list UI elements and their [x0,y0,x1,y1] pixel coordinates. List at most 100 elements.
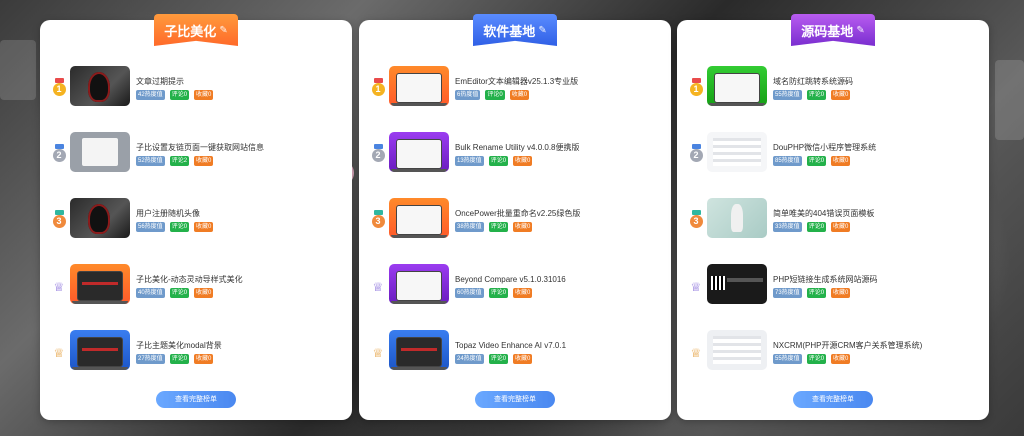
background-poster [995,60,1024,140]
post-thumbnail[interactable] [70,66,130,106]
favorite-count-badge: 收藏0 [513,288,533,298]
post-thumbnail[interactable] [70,132,130,172]
list-item[interactable]: ♕ Beyond Compare v5.1.0.31016 60热度值 评论0 … [369,264,661,330]
favorite-count-badge: 收藏0 [194,354,214,364]
comment-count-badge: 评论0 [488,156,509,166]
list-item[interactable]: ♕ PHP短链接生成系统网站源码 73热度值 评论0 收藏0 [687,264,979,330]
post-thumbnail[interactable] [389,132,449,172]
post-title[interactable]: PHP短链接生成系统网站源码 [773,274,979,285]
view-full-ranking-button[interactable]: 查看完整榜单 [793,391,873,408]
comment-count-badge: 评论0 [806,156,827,166]
favorite-count-badge: 收藏0 [831,90,851,100]
post-thumbnail[interactable] [70,264,130,304]
comment-count-badge: 评论0 [169,288,190,298]
post-thumbnail[interactable] [707,330,767,370]
hot-value-badge: 73热度值 [773,288,802,298]
gold-medal-icon: 1 [689,77,703,96]
post-title[interactable]: Beyond Compare v5.1.0.31016 [455,274,661,285]
panel-title: 源码基地 [801,23,854,39]
post-title[interactable]: 用户注册随机头像 [136,208,342,219]
bronze-medal-icon: 3 [689,209,703,228]
bronze-medal-icon: 3 [52,209,66,228]
ranking-list: 1 域名防红跳转系统源码 55热度值 评论0 收藏0 2 DouPHP微信小程序… [687,66,979,396]
favorite-count-badge: 收藏0 [831,288,851,298]
post-title[interactable]: Bulk Rename Utility v4.0.0.8便携版 [455,142,661,153]
hot-value-badge: 42热度值 [136,90,165,100]
comment-count-badge: 评论0 [488,288,509,298]
post-title[interactable]: 子比美化-动态灵动导样式美化 [136,274,342,285]
post-thumbnail[interactable] [707,66,767,106]
favorite-count-badge: 收藏0 [831,354,851,364]
post-thumbnail[interactable] [389,330,449,370]
hot-value-badge: 55热度值 [773,90,802,100]
comment-count-badge: 评论0 [806,90,827,100]
purple-cup-icon: ♕ [53,280,65,294]
list-item[interactable]: 1 EmEditor文本编辑器v25.1.3专业版 6热度值 评论0 收藏0 [369,66,661,132]
wand-icon: ✎ [219,24,228,36]
silver-medal-icon: 2 [371,143,385,162]
list-item[interactable]: 2 DouPHP微信小程序管理系统 85热度值 评论0 收藏0 [687,132,979,198]
orange-cup-icon: ♕ [53,346,65,360]
post-thumbnail[interactable] [707,264,767,304]
post-title[interactable]: OncePower批量重命名v2.25绿色版 [455,208,661,219]
post-title[interactable]: Topaz Video Enhance AI v7.0.1 [455,340,661,351]
comment-count-badge: 评论0 [806,288,827,298]
panel-title-ribbon: 源码基地 ✎ [791,14,875,46]
favorite-count-badge: 收藏0 [194,90,214,100]
post-title[interactable]: 文章过期提示 [136,76,342,87]
favorite-count-badge: 收藏0 [194,288,214,298]
favorite-count-badge: 收藏0 [831,222,851,232]
list-item[interactable]: ♕ 子比主题美化modal背景 27热度值 评论0 收藏0 [50,330,342,396]
favorite-count-badge: 收藏0 [831,156,851,166]
silver-medal-icon: 2 [689,143,703,162]
post-thumbnail[interactable] [70,330,130,370]
view-full-ranking-button[interactable]: 查看完整榜单 [156,391,236,408]
comment-count-badge: 评论0 [485,90,505,100]
wand-icon: ✎ [538,24,547,36]
list-item[interactable]: 3 简单唯美的404错误页面模板 33热度值 评论0 收藏0 [687,198,979,264]
panel-title: 软件基地 [483,23,536,39]
favorite-count-badge: 收藏0 [194,222,214,232]
comment-count-badge: 评论2 [169,156,190,166]
list-item[interactable]: 1 域名防红跳转系统源码 55热度值 评论0 收藏0 [687,66,979,132]
ranking-panel-sourcecode: 源码基地 ✎ 1 域名防红跳转系统源码 55热度值 评论0 收藏0 2 DouPH… [677,14,989,420]
post-title[interactable]: 子比设置友链页面一键获取网站信息 [136,142,342,153]
hot-value-badge: 24热度值 [455,354,484,364]
post-thumbnail[interactable] [707,198,767,238]
wand-icon: ✎ [856,24,865,36]
post-thumbnail[interactable] [389,198,449,238]
bronze-medal-icon: 3 [371,209,385,228]
post-thumbnail[interactable] [389,66,449,106]
post-title[interactable]: 简单唯美的404错误页面模板 [773,208,979,219]
list-item[interactable]: 2 Bulk Rename Utility v4.0.0.8便携版 13热度值 … [369,132,661,198]
comment-count-badge: 评论0 [806,222,827,232]
post-thumbnail[interactable] [389,264,449,304]
panel-title-ribbon: 软件基地 ✎ [473,14,557,46]
list-item[interactable]: ♕ 子比美化-动态灵动导样式美化 40热度值 评论0 收藏0 [50,264,342,330]
hot-value-badge: 52热度值 [136,156,165,166]
hot-value-badge: 55热度值 [773,354,802,364]
post-thumbnail[interactable] [707,132,767,172]
hot-value-badge: 56热度值 [136,222,165,232]
post-title[interactable]: DouPHP微信小程序管理系统 [773,142,979,153]
post-thumbnail[interactable] [70,198,130,238]
list-item[interactable]: 2 子比设置友链页面一键获取网站信息 52热度值 评论2 收藏0 [50,132,342,198]
list-item[interactable]: ♕ Topaz Video Enhance AI v7.0.1 24热度值 评论… [369,330,661,396]
silver-medal-icon: 2 [52,143,66,162]
comment-count-badge: 评论0 [169,90,190,100]
post-title[interactable]: 子比主题美化modal背景 [136,340,342,351]
list-item[interactable]: ♕ NXCRM(PHP开源CRM客户关系管理系统) 55热度值 评论0 收藏0 [687,330,979,396]
gold-medal-icon: 1 [371,77,385,96]
post-title[interactable]: NXCRM(PHP开源CRM客户关系管理系统) [773,340,979,351]
post-title[interactable]: 域名防红跳转系统源码 [773,76,979,87]
post-title[interactable]: EmEditor文本编辑器v25.1.3专业版 [455,76,661,87]
list-item[interactable]: 3 用户注册随机头像 56热度值 评论0 收藏0 [50,198,342,264]
favorite-count-badge: 收藏0 [513,156,533,166]
hot-value-badge: 6热度值 [455,90,481,100]
favorite-count-badge: 收藏0 [509,90,530,100]
list-item[interactable]: 3 OncePower批量重命名v2.25绿色版 38热度值 评论0 收藏0 [369,198,661,264]
panel-title: 子比美化 [164,23,217,39]
view-full-ranking-button[interactable]: 查看完整榜单 [475,391,555,408]
list-item[interactable]: 1 文章过期提示 42热度值 评论0 收藏0 [50,66,342,132]
ranking-list: 1 文章过期提示 42热度值 评论0 收藏0 2 子比设置友链页面一键获取网站信… [50,66,342,396]
